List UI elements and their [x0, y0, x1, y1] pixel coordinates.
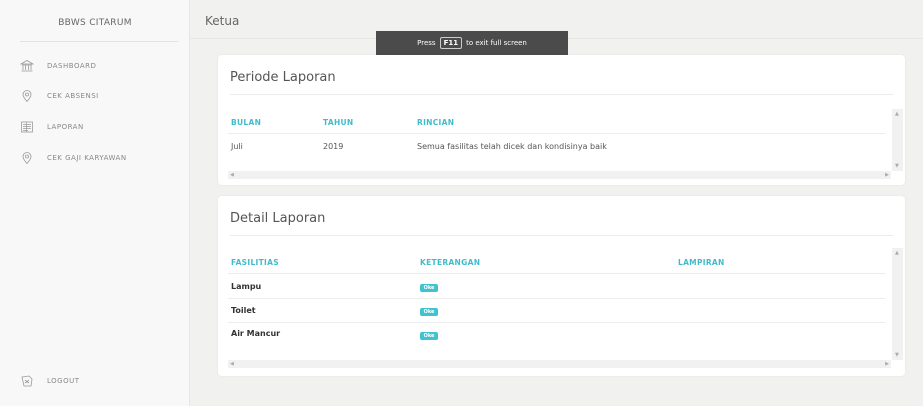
- status-badge: Oke: [420, 284, 438, 292]
- row-divider: [228, 298, 885, 299]
- cell-fasilitas: Lampu: [231, 282, 262, 291]
- status-badge: Oke: [420, 308, 438, 316]
- row-divider: [228, 322, 885, 323]
- scroll-up-icon: ▲: [895, 250, 899, 256]
- fullscreen-notice-key: F11: [439, 37, 463, 49]
- periode-laporan-title: Periode Laporan: [230, 70, 336, 85]
- brand-title: BBWS CITARUM: [58, 18, 132, 28]
- fullscreen-notice: Press F11 to exit full screen: [376, 31, 568, 55]
- page-title: Ketua: [205, 14, 240, 28]
- column-header-tahun: TAHUN: [323, 118, 354, 127]
- column-header-fasilitias: FASILITIAS: [231, 258, 279, 267]
- sidebar-item-label: DASHBOARD: [47, 62, 97, 70]
- logout-icon: [20, 374, 34, 388]
- brand-divider: [20, 41, 178, 42]
- scroll-right-icon: ▶: [885, 361, 889, 367]
- cell-tahun: 2019: [323, 142, 344, 151]
- cell-rincian: Semua fasilitas telah dicek dan kondisin…: [417, 142, 607, 151]
- sidebar-item-laporan[interactable]: LAPORAN: [0, 117, 190, 137]
- column-header-lampiran: LAMPIRAN: [678, 258, 725, 267]
- cell-fasilitas: Air Mancur: [231, 329, 281, 338]
- logout-label: LOGOUT: [47, 377, 80, 385]
- sidebar-item-label: CEK ABSENSI: [47, 92, 99, 100]
- sidebar-item-label: LAPORAN: [47, 123, 84, 131]
- vertical-scrollbar[interactable]: ▲ ▼: [892, 109, 903, 171]
- sidebar-item-dashboard[interactable]: DASHBOARD: [0, 56, 190, 76]
- column-header-keterangan: KETERANGAN: [420, 258, 481, 267]
- card-divider: [230, 235, 893, 236]
- detail-laporan-title: Detail Laporan: [230, 211, 326, 226]
- bank-icon: [20, 59, 34, 73]
- detail-laporan-card: Detail Laporan FASILITIAS KETERANGAN LAM…: [218, 196, 905, 376]
- location-icon: [20, 151, 34, 165]
- scroll-down-icon: ▼: [895, 352, 899, 358]
- cell-bulan: Juli: [231, 142, 243, 151]
- table-header-divider: [228, 273, 885, 274]
- column-header-bulan: BULAN: [231, 118, 262, 127]
- logout-button[interactable]: LOGOUT: [0, 371, 190, 391]
- report-icon: [20, 120, 34, 134]
- sidebar-item-cek-absensi[interactable]: CEK ABSENSI: [0, 86, 190, 106]
- vertical-scrollbar[interactable]: ▲ ▼: [892, 248, 903, 360]
- card-divider: [230, 94, 893, 95]
- horizontal-scrollbar[interactable]: ◀ ▶: [228, 171, 891, 179]
- fullscreen-notice-prefix: Press: [417, 39, 436, 47]
- column-header-rincian: RINCIAN: [417, 118, 455, 127]
- location-icon: [20, 89, 34, 103]
- cell-fasilitas: Toilet: [231, 306, 256, 315]
- periode-laporan-card: Periode Laporan BULAN TAHUN RINCIAN Juli…: [218, 55, 905, 185]
- table-header-divider: [228, 133, 885, 134]
- scroll-left-icon: ◀: [230, 361, 234, 367]
- sidebar: BBWS CITARUM DASHBOARD CEK ABSENSI LAPOR…: [0, 0, 190, 406]
- fullscreen-notice-suffix: to exit full screen: [466, 39, 527, 47]
- sidebar-item-cek-gaji-karyawan[interactable]: CEK GAJI KARYAWAN: [0, 148, 190, 168]
- sidebar-item-label: CEK GAJI KARYAWAN: [47, 154, 127, 162]
- status-badge: Oke: [420, 332, 438, 340]
- scroll-up-icon: ▲: [895, 111, 899, 117]
- scroll-down-icon: ▼: [895, 163, 899, 169]
- scroll-right-icon: ▶: [885, 172, 889, 178]
- horizontal-scrollbar[interactable]: ◀ ▶: [228, 360, 891, 368]
- scroll-left-icon: ◀: [230, 172, 234, 178]
